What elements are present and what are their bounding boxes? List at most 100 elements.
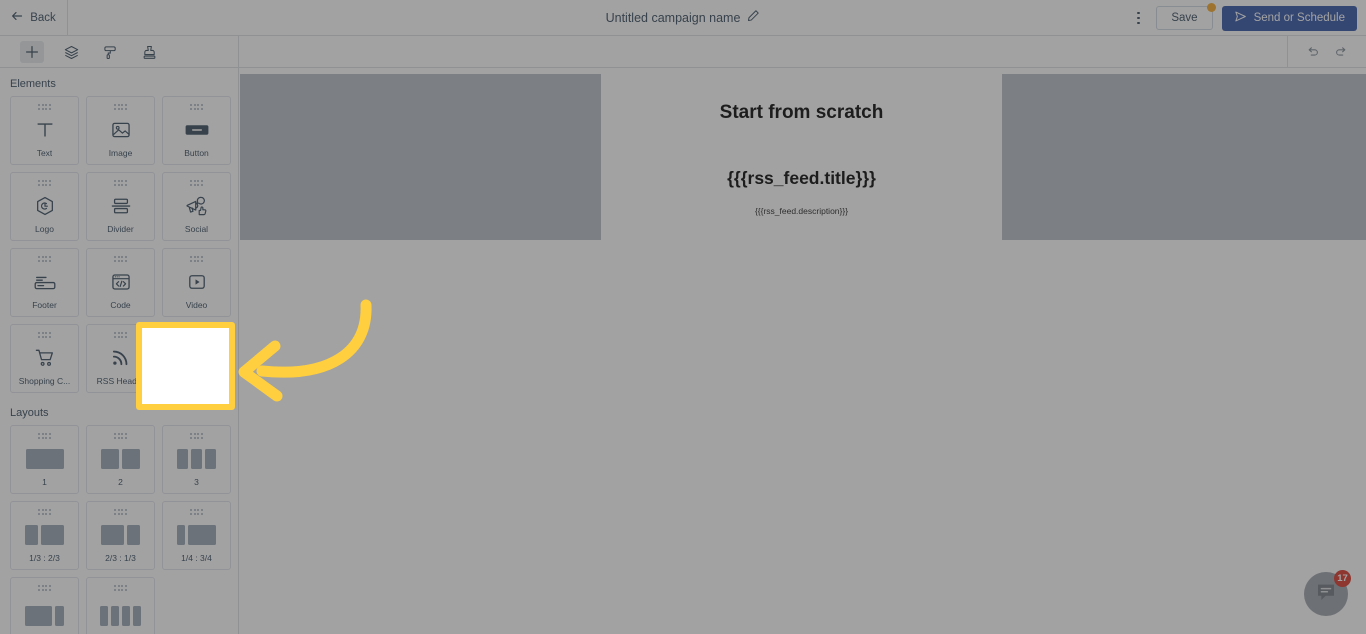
history-group bbox=[1287, 36, 1366, 68]
element-card-footer[interactable]: Footer bbox=[10, 248, 79, 317]
pencil-icon[interactable] bbox=[747, 9, 760, 27]
back-button[interactable]: Back bbox=[0, 0, 68, 36]
drag-handle-icon[interactable] bbox=[114, 585, 127, 592]
back-label: Back bbox=[30, 11, 56, 24]
add-element-icon[interactable] bbox=[20, 41, 44, 63]
element-card-logo[interactable]: Logo bbox=[10, 172, 79, 241]
placeholder-block-right bbox=[1002, 74, 1366, 240]
image-icon bbox=[87, 111, 154, 148]
layout-2-icon bbox=[87, 440, 154, 477]
layout-card-partial-a[interactable] bbox=[10, 577, 79, 634]
layout-label: 1 bbox=[42, 477, 47, 487]
rss-feed-title-token[interactable]: {{{rss_feed.title}}} bbox=[727, 168, 876, 189]
footer-icon bbox=[11, 263, 78, 300]
rss-feed-description-token[interactable]: {{{rss_feed.description}}} bbox=[755, 206, 848, 216]
layout-2-3-1-3-icon bbox=[87, 516, 154, 553]
element-label: Shopping C... bbox=[18, 376, 71, 386]
section-label-elements: Elements bbox=[10, 78, 56, 90]
drag-handle-icon[interactable] bbox=[38, 104, 51, 111]
layout-partial-a-icon bbox=[11, 592, 78, 634]
layout-label: 3 bbox=[194, 477, 199, 487]
layout-card-2-3-1-3[interactable]: 2/3 : 1/3 bbox=[86, 501, 155, 570]
chat-widget-button[interactable]: 17 bbox=[1304, 570, 1351, 616]
drag-handle-icon[interactable] bbox=[190, 104, 203, 111]
element-label: Image bbox=[108, 148, 133, 158]
start-from-scratch-heading: Start from scratch bbox=[719, 102, 884, 123]
drag-handle-icon[interactable] bbox=[38, 433, 51, 440]
drag-handle-icon[interactable] bbox=[190, 180, 203, 187]
drag-handle-icon[interactable] bbox=[114, 256, 127, 263]
undo-icon[interactable] bbox=[1302, 41, 1324, 63]
element-label: Divider bbox=[107, 224, 134, 234]
layout-3-icon bbox=[163, 440, 230, 477]
page-title: Untitled campaign name bbox=[605, 11, 741, 25]
layout-card-2[interactable]: 2 bbox=[86, 425, 155, 494]
element-label: Social bbox=[184, 224, 209, 234]
element-card-social[interactable]: Social bbox=[162, 172, 231, 241]
paint-roller-icon[interactable] bbox=[98, 41, 122, 63]
element-card-shopping-cart[interactable]: Shopping C... bbox=[10, 324, 79, 393]
layout-card-3[interactable]: 3 bbox=[162, 425, 231, 494]
drag-handle-icon[interactable] bbox=[38, 256, 51, 263]
tool-group bbox=[0, 36, 239, 68]
editor-toolbar bbox=[0, 36, 1366, 68]
layout-card-1-3-2-3[interactable]: 1/3 : 2/3 bbox=[10, 501, 79, 570]
kebab-menu-icon[interactable] bbox=[1129, 7, 1147, 29]
paper-plane-icon bbox=[1234, 10, 1247, 26]
redo-icon[interactable] bbox=[1330, 41, 1352, 63]
layout-label: 1/4 : 3/4 bbox=[181, 553, 212, 563]
drag-handle-icon[interactable] bbox=[114, 509, 127, 516]
drag-handle-icon[interactable] bbox=[38, 180, 51, 187]
drag-handle-icon[interactable] bbox=[38, 585, 51, 592]
campaign-editor-window: Back Untitled campaign name Save Send or… bbox=[0, 0, 1366, 634]
chat-unread-badge: 17 bbox=[1334, 570, 1351, 587]
save-label: Save bbox=[1171, 12, 1198, 24]
drag-handle-icon[interactable] bbox=[114, 104, 127, 111]
drag-handle-icon[interactable] bbox=[114, 332, 127, 339]
layout-label: 1/3 : 2/3 bbox=[29, 553, 60, 563]
layout-card-partial-b[interactable] bbox=[86, 577, 155, 634]
layout-1-3-2-3-icon bbox=[11, 516, 78, 553]
drag-handle-icon[interactable] bbox=[190, 256, 203, 263]
unsaved-changes-badge bbox=[1206, 3, 1216, 12]
video-icon bbox=[163, 263, 230, 300]
element-label: Code bbox=[110, 300, 131, 310]
drag-handle-icon[interactable] bbox=[114, 180, 127, 187]
element-label: Video bbox=[185, 300, 208, 310]
element-label: Footer bbox=[32, 300, 57, 310]
layout-partial-b-icon bbox=[87, 592, 154, 634]
button-icon bbox=[163, 111, 230, 148]
social-icon bbox=[163, 187, 230, 224]
drag-handle-icon[interactable] bbox=[38, 509, 51, 516]
element-card-image[interactable]: Image bbox=[86, 96, 155, 165]
top-bar: Back Untitled campaign name Save Send or… bbox=[0, 0, 1366, 36]
drag-handle-icon[interactable] bbox=[190, 433, 203, 440]
element-label: Text bbox=[36, 148, 53, 158]
drag-handle-icon[interactable] bbox=[190, 509, 203, 516]
layout-card-1-4-3-4[interactable]: 1/4 : 3/4 bbox=[162, 501, 231, 570]
element-card-text[interactable]: Text bbox=[10, 96, 79, 165]
layers-icon[interactable] bbox=[59, 41, 83, 63]
email-canvas[interactable]: Start from scratch {{{rss_feed.title}}} … bbox=[240, 68, 1366, 634]
element-card-button[interactable]: Button bbox=[162, 96, 231, 165]
shopping-cart-icon bbox=[11, 339, 78, 376]
stamp-icon[interactable] bbox=[137, 41, 161, 63]
arrow-left-icon bbox=[11, 9, 23, 27]
drag-handle-icon[interactable] bbox=[114, 433, 127, 440]
layout-1-4-3-4-icon bbox=[163, 516, 230, 553]
element-card-code[interactable]: Code bbox=[86, 248, 155, 317]
canvas-center-column: Start from scratch {{{rss_feed.title}}} … bbox=[601, 74, 1002, 240]
save-button[interactable]: Save bbox=[1156, 3, 1216, 30]
layout-label: 2/3 : 1/3 bbox=[105, 553, 136, 563]
element-card-video[interactable]: Video bbox=[162, 248, 231, 317]
layout-1-icon bbox=[11, 440, 78, 477]
layout-label: 2 bbox=[118, 477, 123, 487]
chat-bubble-icon bbox=[1314, 580, 1338, 609]
element-card-divider[interactable]: Divider bbox=[86, 172, 155, 241]
send-or-schedule-button[interactable]: Send or Schedule bbox=[1221, 5, 1357, 31]
send-label: Send or Schedule bbox=[1253, 12, 1345, 24]
drag-handle-icon[interactable] bbox=[38, 332, 51, 339]
text-icon bbox=[11, 111, 78, 148]
layout-card-1[interactable]: 1 bbox=[10, 425, 79, 494]
logo-icon bbox=[11, 187, 78, 224]
